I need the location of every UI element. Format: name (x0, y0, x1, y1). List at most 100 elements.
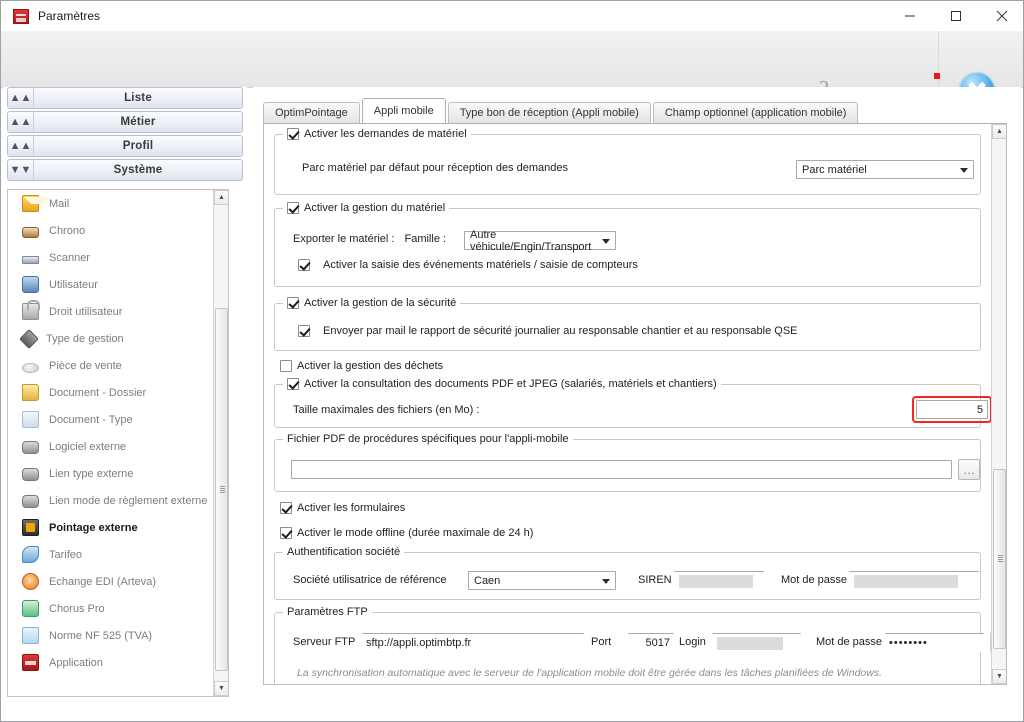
row-gestion-dechets[interactable]: Activer la gestion des déchets (280, 360, 443, 372)
group-legend-materiel[interactable]: Activer la gestion du matériel (283, 201, 450, 215)
scroll-down-arrow-icon[interactable]: ▼ (992, 669, 1006, 684)
sidebar-group-metier[interactable]: ▲▲ Métier (7, 111, 243, 133)
sidebar-item-label: Logiciel externe (49, 440, 127, 453)
row-envoyer-rapport[interactable]: Envoyer par mail le rapport de sécurité … (298, 325, 798, 337)
user-icon (22, 276, 39, 293)
login-masked-value (717, 636, 783, 650)
taille-max-label: Taille maximales des fichiers (en Mo) : (293, 404, 480, 416)
checkbox-envoyer-rapport-securite[interactable] (298, 325, 310, 337)
row-ftp-mot-de-passe: Mot de passe (816, 636, 882, 648)
pdf-browse-button[interactable]: … (958, 459, 980, 480)
sidebar-item-label: Mail (49, 197, 70, 210)
checkbox-activer-gestion-dechets[interactable] (280, 360, 292, 372)
sidebar-item-label: Pièce de vente (49, 359, 122, 372)
toolbar-divider (1, 49, 1023, 50)
row-mode-offline[interactable]: Activer le mode offline (durée maximale … (280, 527, 533, 539)
sidebar-group-systeme[interactable]: ▼▼ Système (7, 159, 243, 181)
scroll-up-arrow-icon[interactable]: ▲ (214, 190, 228, 205)
sidebar-item-echange-edi[interactable]: Echange EDI (Arteva) (8, 568, 212, 595)
sidebar-item-document-dossier[interactable]: Document - Dossier (8, 379, 212, 406)
scroll-up-arrow-icon[interactable]: ▲ (992, 124, 1006, 139)
maximize-button[interactable] (933, 1, 979, 31)
login-input[interactable] (712, 633, 801, 652)
pdf-path-input[interactable] (291, 460, 952, 479)
checkbox-saisie-evenements[interactable] (298, 259, 310, 271)
sidebar-item-label: Utilisateur (49, 278, 98, 291)
sidebar-item-application[interactable]: Application (8, 649, 212, 676)
chrono-icon (22, 226, 39, 238)
coin-icon (22, 362, 39, 373)
group-gestion-securite: Activer la gestion de la sécurité Envoye… (274, 296, 981, 351)
societe-value: Caen (474, 574, 501, 587)
tab-appli-mobile[interactable]: Appli mobile (361, 98, 446, 123)
tab-type-bon-reception[interactable]: Type bon de réception (Appli mobile) (447, 102, 651, 123)
serveur-ftp-input[interactable]: sftp://appli.optimbtp.fr (362, 633, 584, 652)
siren-input[interactable] (674, 571, 764, 590)
group-legend-documents[interactable]: Activer la consultation des documents PD… (283, 377, 721, 391)
port-value: 5017 (645, 637, 670, 649)
sidebar-item-pointage-externe[interactable]: Pointage externe (8, 514, 212, 541)
close-button[interactable] (979, 1, 1023, 31)
row-siren: SIREN (638, 574, 672, 586)
saisie-evenements-label: Activer la saisie des événements matérie… (323, 259, 638, 271)
sidebar-item-list: Mail Chrono Scanner Utilisateur Droit ut… (7, 189, 229, 697)
content-scrollbar[interactable]: ▲ ▼ (991, 124, 1006, 684)
checkbox-activer-consultation-documents[interactable] (287, 378, 299, 390)
group-legend-securite[interactable]: Activer la gestion de la sécurité (283, 296, 461, 310)
sidebar-item-piece-de-vente[interactable]: Pièce de vente (8, 352, 212, 379)
sidebar-item-document-type[interactable]: Document - Type (8, 406, 212, 433)
sidebar-item-label: Document - Dossier (49, 386, 147, 399)
edi-icon (22, 573, 39, 590)
sidebar-item-logiciel-externe[interactable]: Logiciel externe (8, 433, 212, 460)
sidebar-item-lien-mode-reglement-externe[interactable]: Lien mode de règlement externe (8, 487, 212, 514)
societe-select[interactable]: Caen (468, 571, 616, 590)
row-saisie-evenements[interactable]: Activer la saisie des événements matérie… (298, 259, 638, 271)
parc-materiel-select[interactable]: Parc matériel (796, 160, 974, 179)
chevron-down-icon (960, 167, 968, 173)
ftp-mot-de-passe-input[interactable]: •••••••• (885, 633, 984, 652)
sidebar-item-mail[interactable]: Mail (8, 190, 212, 217)
scroll-down-arrow-icon[interactable]: ▼ (214, 681, 228, 696)
row-formulaires[interactable]: Activer les formulaires (280, 502, 405, 514)
sidebar-scrollbar[interactable]: ▲ ▼ (213, 190, 228, 696)
content-scrollbar-thumb[interactable] (993, 469, 1006, 649)
group-legend-label: Activer la gestion de la sécurité (304, 297, 457, 309)
sidebar-item-type-de-gestion[interactable]: Type de gestion (8, 325, 212, 352)
tarifeo-icon (22, 546, 39, 563)
sidebar-scrollbar-thumb[interactable] (215, 308, 228, 671)
port-input[interactable]: 5017 (628, 633, 674, 652)
sidebar-item-chrono[interactable]: Chrono (8, 217, 212, 244)
ftp-mot-de-passe-value: •••••••• (889, 637, 928, 649)
sidebar-item-lien-type-externe[interactable]: Lien type externe (8, 460, 212, 487)
sidebar-item-norme-nf-525[interactable]: Norme NF 525 (TVA) (8, 622, 212, 649)
sidebar-item-scanner[interactable]: Scanner (8, 244, 212, 271)
famille-select[interactable]: Autre véhicule/Engin/Transport (464, 229, 616, 253)
sidebar-item-utilisateur[interactable]: Utilisateur (8, 271, 212, 298)
document-icon (22, 411, 39, 428)
checkbox-activer-gestion-materiel[interactable] (287, 202, 299, 214)
minimize-button[interactable] (887, 1, 933, 31)
chevron-down-icon (602, 578, 610, 584)
sidebar-group-liste[interactable]: ▲▲ Liste (7, 87, 243, 109)
sidebar-item-droit-utilisateur[interactable]: Droit utilisateur (8, 298, 212, 325)
checkbox-activer-gestion-securite[interactable] (287, 297, 299, 309)
exporter-materiel-label: Exporter le matériel : (293, 233, 395, 245)
parc-materiel-value: Parc matériel (802, 163, 867, 176)
group-legend-demandes[interactable]: Activer les demandes de matériel (283, 127, 471, 141)
checkbox-activer-mode-offline[interactable] (280, 527, 292, 539)
tab-optimpointage[interactable]: OptimPointage (263, 102, 360, 123)
sidebar-item-chorus-pro[interactable]: Chorus Pro (8, 595, 212, 622)
societe-label: Société utilisatrice de référence (293, 574, 447, 586)
mode-offline-label: Activer le mode offline (durée maximale … (297, 527, 534, 539)
window-title: Paramètres (38, 9, 101, 23)
famille-label: Famille : (404, 233, 447, 245)
checkbox-activer-formulaires[interactable] (280, 502, 292, 514)
sidebar-item-label: Lien mode de règlement externe (49, 494, 208, 507)
auth-mot-de-passe-input[interactable] (849, 571, 979, 590)
tab-champ-optionnel[interactable]: Champ optionnel (application mobile) (652, 102, 859, 123)
row-societe: Société utilisatrice de référence (293, 574, 446, 586)
checkbox-activer-demandes[interactable] (287, 128, 299, 140)
scrollbar-grip (998, 555, 1003, 563)
sidebar-group-profil[interactable]: ▲▲ Profil (7, 135, 243, 157)
sidebar-item-tarifeo[interactable]: Tarifeo (8, 541, 212, 568)
